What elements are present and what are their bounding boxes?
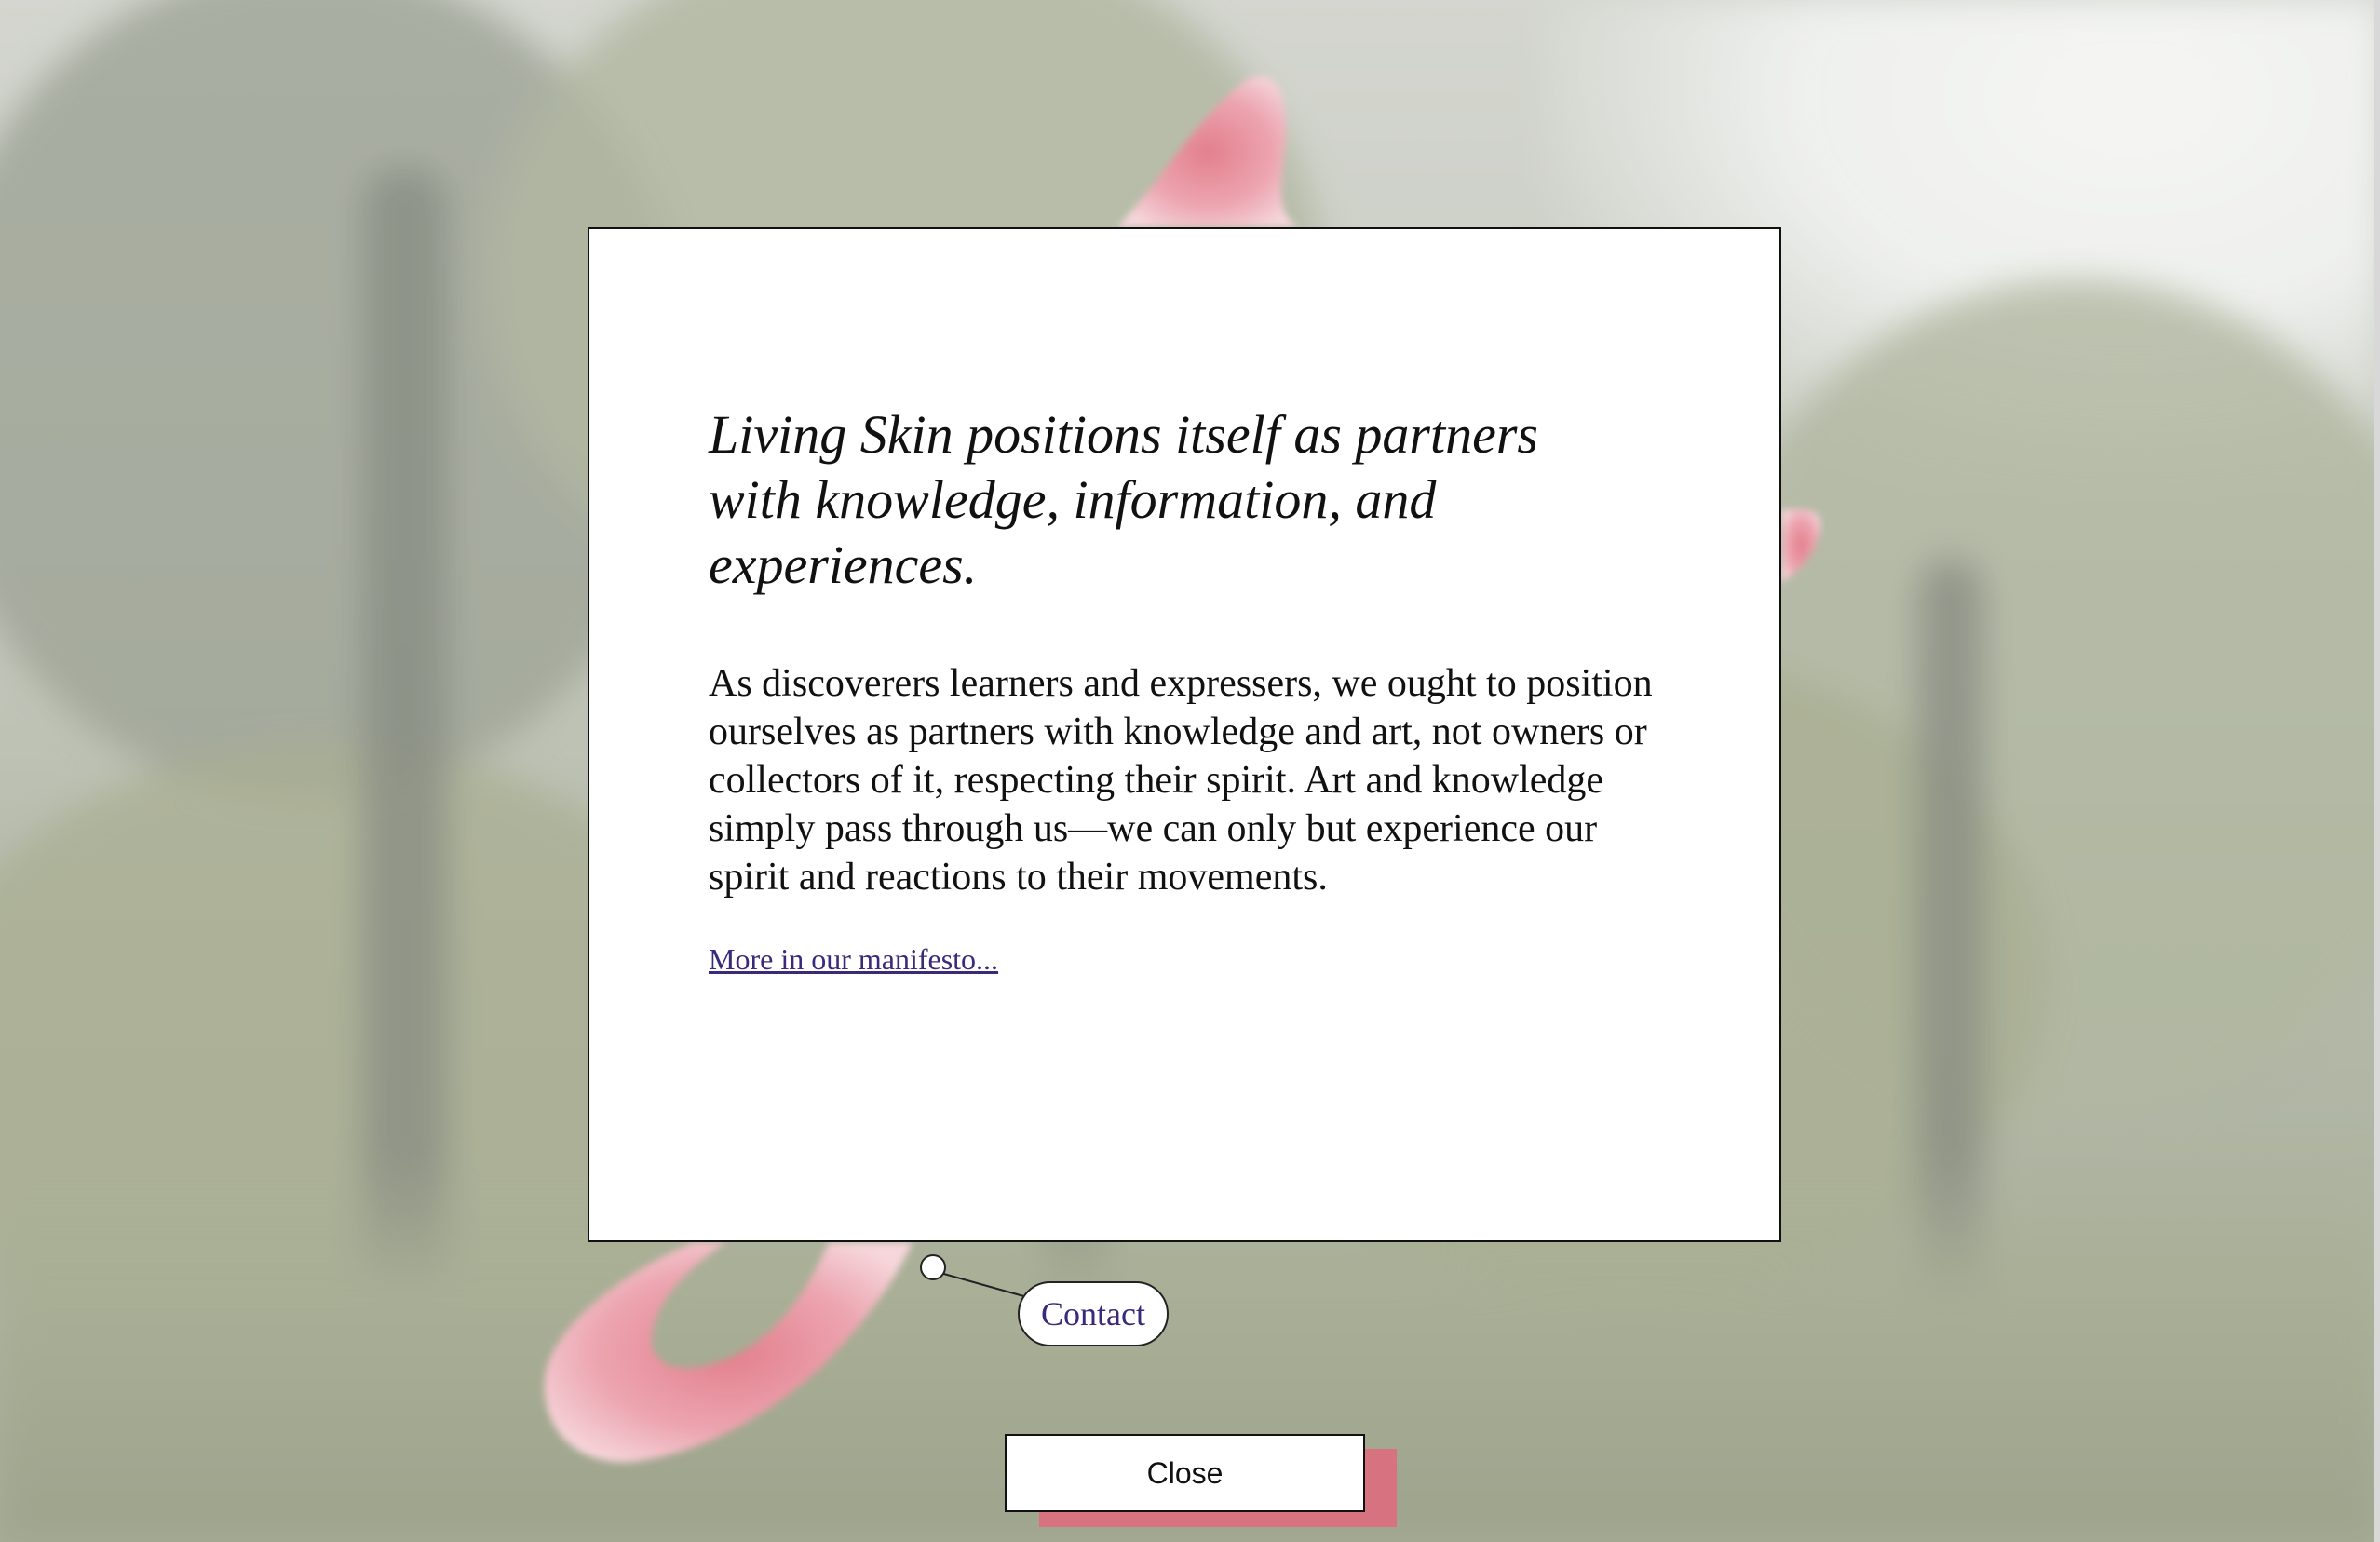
- page-stage: Living Skin positions itself as partners…: [0, 0, 2380, 1542]
- manifesto-modal: Living Skin positions itself as partners…: [588, 227, 1781, 1242]
- contact-button[interactable]: Contact: [1018, 1281, 1169, 1346]
- modal-heading: Living Skin positions itself as partners…: [709, 404, 1538, 595]
- contact-anchor-dot: [920, 1254, 946, 1280]
- modal-body-text: As discoverers learners and expressers, …: [709, 662, 1653, 899]
- modal-content: Living Skin positions itself as partners…: [709, 402, 1677, 977]
- close-button[interactable]: Close: [1005, 1434, 1365, 1512]
- manifesto-link[interactable]: More in our manifesto...: [709, 942, 998, 977]
- window-edge: [2374, 0, 2380, 1542]
